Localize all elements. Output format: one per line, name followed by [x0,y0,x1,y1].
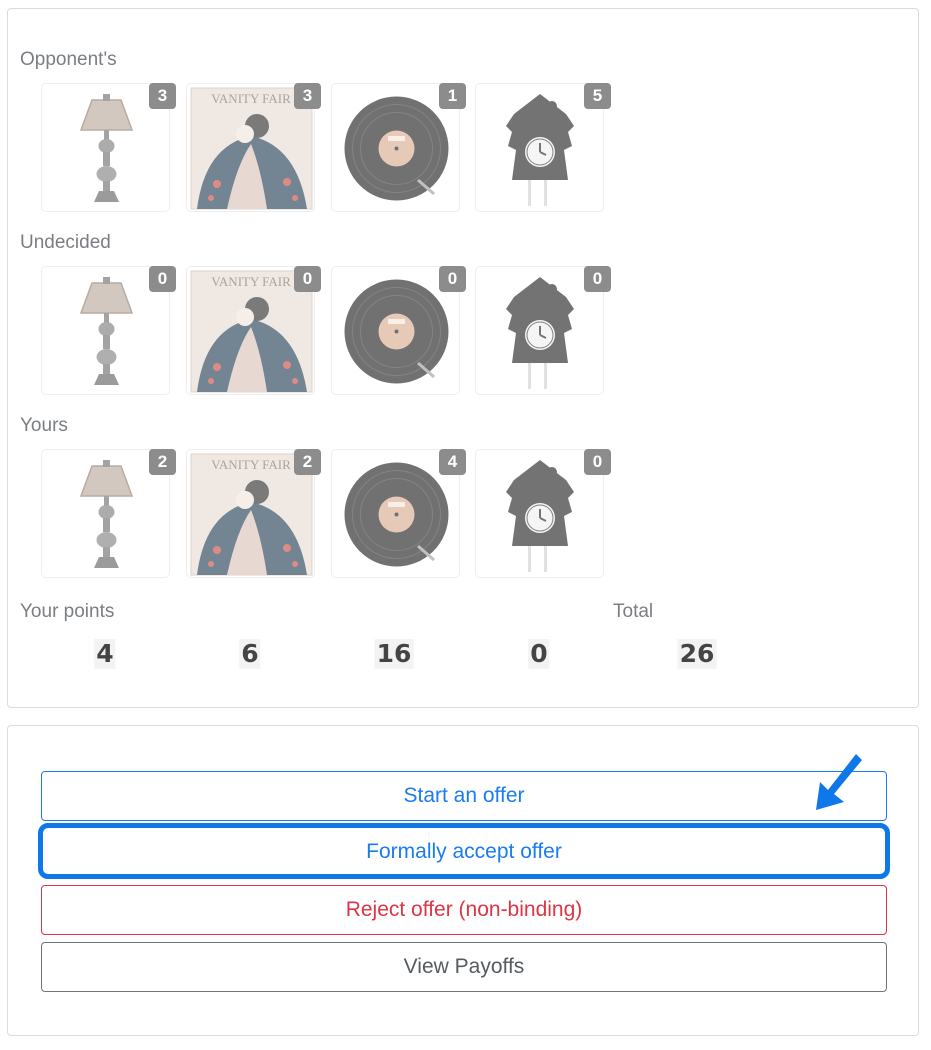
total-label: Total [613,601,654,622]
item-row-opponent: 3 3 1 5 [41,83,641,213]
points-total: 26 [677,639,717,669]
count-badge-clock: 5 [584,83,611,109]
start-offer-button[interactable]: Start an offer [41,771,887,821]
count-badge-lamp: 2 [149,449,176,475]
count-badge-clock: 0 [584,266,611,292]
points-value-painting: 6 [239,639,261,669]
section-label-yours: Yours [20,415,68,436]
points-value-clock: 0 [528,639,550,669]
count-badge-lamp: 0 [149,266,176,292]
formally-accept-offer-button[interactable]: Formally accept offer [38,823,890,879]
count-badge-record: 1 [439,83,466,109]
reject-offer-button[interactable]: Reject offer (non-binding) [41,885,887,935]
item-row-yours: 2 2 4 0 [41,449,641,579]
points-value-lamp: 4 [94,639,116,669]
items-panel: Opponent's 3 3 1 5 Undecided 0 0 0 0 You… [7,8,919,708]
count-badge-painting: 2 [294,449,321,475]
pointer-arrow-icon [816,754,862,810]
count-badge-clock: 0 [584,449,611,475]
view-payoffs-button[interactable]: View Payoffs [41,942,887,992]
section-label-undecided: Undecided [20,232,111,253]
points-value-record: 16 [374,639,414,669]
section-label-opponent: Opponent's [20,49,117,70]
count-badge-lamp: 3 [149,83,176,109]
actions-panel: Start an offer Formally accept offer Rej… [7,725,919,1036]
count-badge-painting: 0 [294,266,321,292]
count-badge-record: 4 [439,449,466,475]
count-badge-record: 0 [439,266,466,292]
your-points-label: Your points [20,601,115,622]
count-badge-painting: 3 [294,83,321,109]
item-row-undecided: 0 0 0 0 [41,266,641,396]
